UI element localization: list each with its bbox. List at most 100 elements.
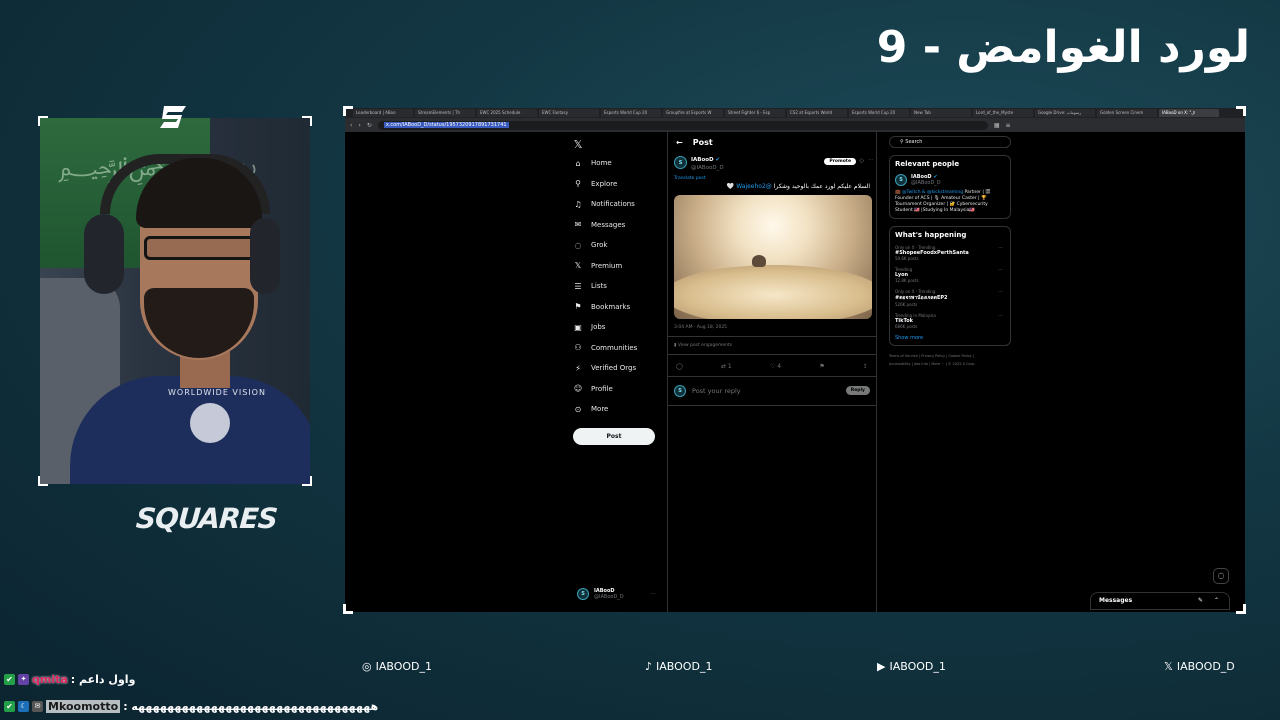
chat-username[interactable]: qmita [32,673,68,686]
share-icon[interactable]: ⇪ [863,363,868,370]
grok-float-button[interactable]: ◌ [1213,568,1229,584]
forward-icon[interactable]: › [358,122,360,129]
relevant-handle: @IABooD_D [911,180,941,186]
like-count: 4 [777,363,782,370]
browser-tab[interactable]: CS2 at Esports World [787,109,847,117]
extensions-icon[interactable]: ▦ [994,122,1000,129]
author-avatar[interactable]: S [674,156,687,169]
grok-icon: ◌ [574,240,582,250]
post-button[interactable]: Post [573,428,655,445]
relevant-people-title: Relevant people [895,160,960,168]
browser-tab[interactable]: Lord_of_the_Myste [973,109,1033,117]
like-button[interactable]: ♡ 4 [770,363,781,370]
nav-item-notifications[interactable]: ♫ Notifications [573,194,673,215]
squares-logo: SQUARES [134,502,279,535]
back-arrow-icon[interactable]: ← [676,138,683,147]
reply-button[interactable]: Reply [845,386,870,395]
more-dots-icon[interactable]: ··· [651,591,656,597]
browser-tab[interactable]: StreamElements | Th [415,109,475,117]
mention-link[interactable]: @Wajeeho2 [736,183,772,190]
nav-item-label: Profile [591,384,613,393]
x-icon: 𝕏 [1164,660,1173,673]
chat-text: واول داعم : [70,673,136,686]
messages-drawer[interactable]: Messages ✎ ⌃ [1090,592,1230,610]
translate-post-link[interactable]: Translate post [668,172,876,181]
nav-item-jobs[interactable]: ▣ Jobs [573,317,673,338]
more-dots-icon[interactable]: ··· [998,245,1003,251]
expand-icon[interactable]: ⌃ [1214,593,1219,609]
more-dots-icon[interactable]: ··· [998,289,1003,295]
nav-item-profile[interactable]: ☺ Profile [573,379,673,400]
back-icon[interactable]: ‹ [350,122,352,129]
bookmark-icon: ⚑ [574,302,582,312]
nav-item-bookmarks[interactable]: ⚑ Bookmarks [573,297,673,318]
chat-username[interactable]: Mkoomotto [46,700,121,713]
search-icon: ⚲ [900,139,904,145]
browser-tab[interactable]: Golden Screen Cinem [1097,109,1157,117]
bio-links[interactable]: @Twitch & @kickstreaming [902,190,963,195]
browser-tab[interactable]: Groupfire at Esports W [663,109,723,117]
nav-item-verified-orgs[interactable]: ⚡ Verified Orgs [573,358,673,379]
bookmark-icon[interactable]: ⚑ [819,363,824,370]
browser-tab[interactable]: EWC 2025 Schedule [477,109,537,117]
nav-item-more[interactable]: ⊙ More [573,399,673,420]
social-label: IABOOD_D [1176,660,1235,673]
avatar[interactable]: S [895,174,907,186]
reply-input[interactable]: Post your reply [692,387,741,395]
more-dots-icon[interactable]: ··· [998,267,1003,273]
social-tiktok: ♪ IABOOD_1 [645,660,712,673]
retweet-icon: ⇄ [720,363,726,370]
browser-tab[interactable]: Leaderboard | ABoo [353,109,413,117]
browser-tab[interactable]: IABooD on X: "ال [1159,109,1219,117]
search-input[interactable]: ⚲ Search [889,136,1011,148]
post-engagements-link[interactable]: ▮ View post engagements [668,336,876,348]
trend-item[interactable]: Trending in Malaysia TikTok 686K posts ··· [895,313,1005,329]
nav-item-home[interactable]: ⌂ Home [573,153,673,174]
reply-icon[interactable]: ◯ [676,363,683,370]
gift-badge-icon: ✉ [32,701,43,712]
nav-item-explore[interactable]: ⚲ Explore [573,174,673,195]
more-dots-icon[interactable]: ··· [998,313,1003,319]
nav-item-messages[interactable]: ✉ Messages [573,215,673,236]
promote-button[interactable]: Promote [824,158,856,165]
grok-icon[interactable]: ◌ [860,158,864,164]
reload-icon[interactable]: ↻ [367,122,372,129]
x-logo-icon[interactable]: 𝕏 [573,136,673,153]
author-handle: @IABooD_D [691,165,724,171]
compose-message-icon[interactable]: ✎ [1198,593,1203,609]
browser-tab[interactable]: New Tab [911,109,971,117]
browser-tab[interactable]: Street Fighter 6 - Esp [725,109,785,117]
browser-tab[interactable]: EWC Fantasy [539,109,599,117]
nav-item-lists[interactable]: ☰ Lists [573,276,673,297]
post-timestamp[interactable]: 3:04 AM · Aug 18, 2025 [668,319,876,330]
author-name[interactable]: IABooD [691,157,714,163]
trend-item[interactable]: Only on X · Trending #ShopeeFoodxPerthSan… [895,245,1005,261]
show-more-link[interactable]: Show more [895,335,1005,341]
nav-item-premium[interactable]: 𝕏 Premium [573,256,673,277]
more-dots-icon[interactable]: ··· [868,157,873,163]
post-engagements-label: View post engagements [677,343,733,348]
search-placeholder: Search [905,139,923,145]
x-left-nav: 𝕏 ⌂ Home ⚲ Explore ♫ Notifications ✉ Messages ◌ G… [573,136,673,420]
trend-count: 526K posts [895,302,918,307]
nav-item-grok[interactable]: ◌ Grok [573,235,673,256]
footer-line-2[interactable]: Accessibility | Ads info | More ··· | © … [889,360,1011,368]
trend-name: #ดอจรพาน้องเจลตEP2 [895,295,948,301]
nav-item-communities[interactable]: ⚇ Communities [573,338,673,359]
menu-icon[interactable]: ≡ [1006,122,1011,129]
account-switcher[interactable]: S IABooD @IABooD_D ··· [577,588,655,600]
browser-tab[interactable]: Esports World Cup 20 [849,109,909,117]
retweet-button[interactable]: ⇄ 1 [721,363,732,370]
reply-composer: S Post your reply Reply [668,376,876,406]
trend-item[interactable]: Only on X · Trending #ดอจรพาน้องเจลตEP2 52… [895,289,1005,307]
chat-message: ✔ ✦ qmita واول داعم : [4,673,135,686]
post-image[interactable] [674,195,872,319]
browser-tab[interactable]: Google Drive: رسومات [1035,109,1095,117]
nav-item-label: Messages [591,220,626,229]
search-icon: ⚲ [575,179,581,189]
footer-line-1[interactable]: Terms of Service | Privacy Policy | Cook… [889,352,1011,360]
trend-item[interactable]: Trending Lyon 12.8K posts ··· [895,267,1005,283]
browser-tab[interactable]: Esports World Cup 20 [601,109,661,117]
url-bar[interactable]: x.com/IABooD_D/status/195732091789173174… [377,120,988,130]
heart-icon: ♡ [769,363,776,370]
